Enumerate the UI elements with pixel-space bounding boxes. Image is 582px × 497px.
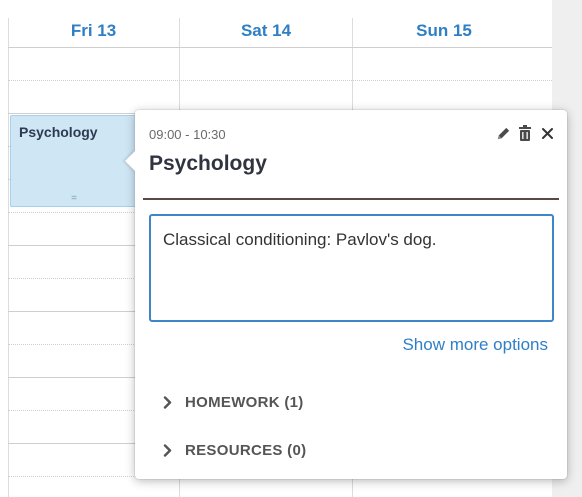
pencil-icon[interactable] [495,124,511,142]
homework-section-toggle[interactable]: HOMEWORK (1) [163,394,304,411]
show-more-options-link[interactable]: Show more options [402,335,548,355]
chevron-right-icon [163,396,173,410]
notes-input[interactable]: Classical conditioning: Pavlov's dog. [149,214,554,322]
trash-icon[interactable] [517,124,533,142]
homework-label: HOMEWORK (1) [185,394,304,411]
grid-line [8,80,552,81]
title-divider [143,198,559,200]
event-popover: 09:00 - 10:30 Psychology Classical condi… [125,110,567,479]
resize-handle[interactable]: = [11,194,137,204]
event-time: 09:00 - 10:30 [149,127,226,142]
resources-section-toggle[interactable]: RESOURCES (0) [163,442,306,459]
day-header-sat[interactable]: Sat 14 [180,16,352,46]
popover-actions [495,124,555,142]
chevron-right-icon [163,444,173,458]
popover-arrow [125,150,136,172]
grid-line [8,18,9,497]
resources-label: RESOURCES (0) [185,442,307,459]
close-icon[interactable] [539,124,555,142]
day-header-fri[interactable]: Fri 13 [8,16,179,46]
event-title: Psychology [19,124,98,140]
calendar-event-psychology[interactable]: Psychology = [10,115,138,207]
grid-line [8,47,552,48]
day-header-sun[interactable]: Sun 15 [353,16,535,46]
popover-title: Psychology [149,152,267,175]
